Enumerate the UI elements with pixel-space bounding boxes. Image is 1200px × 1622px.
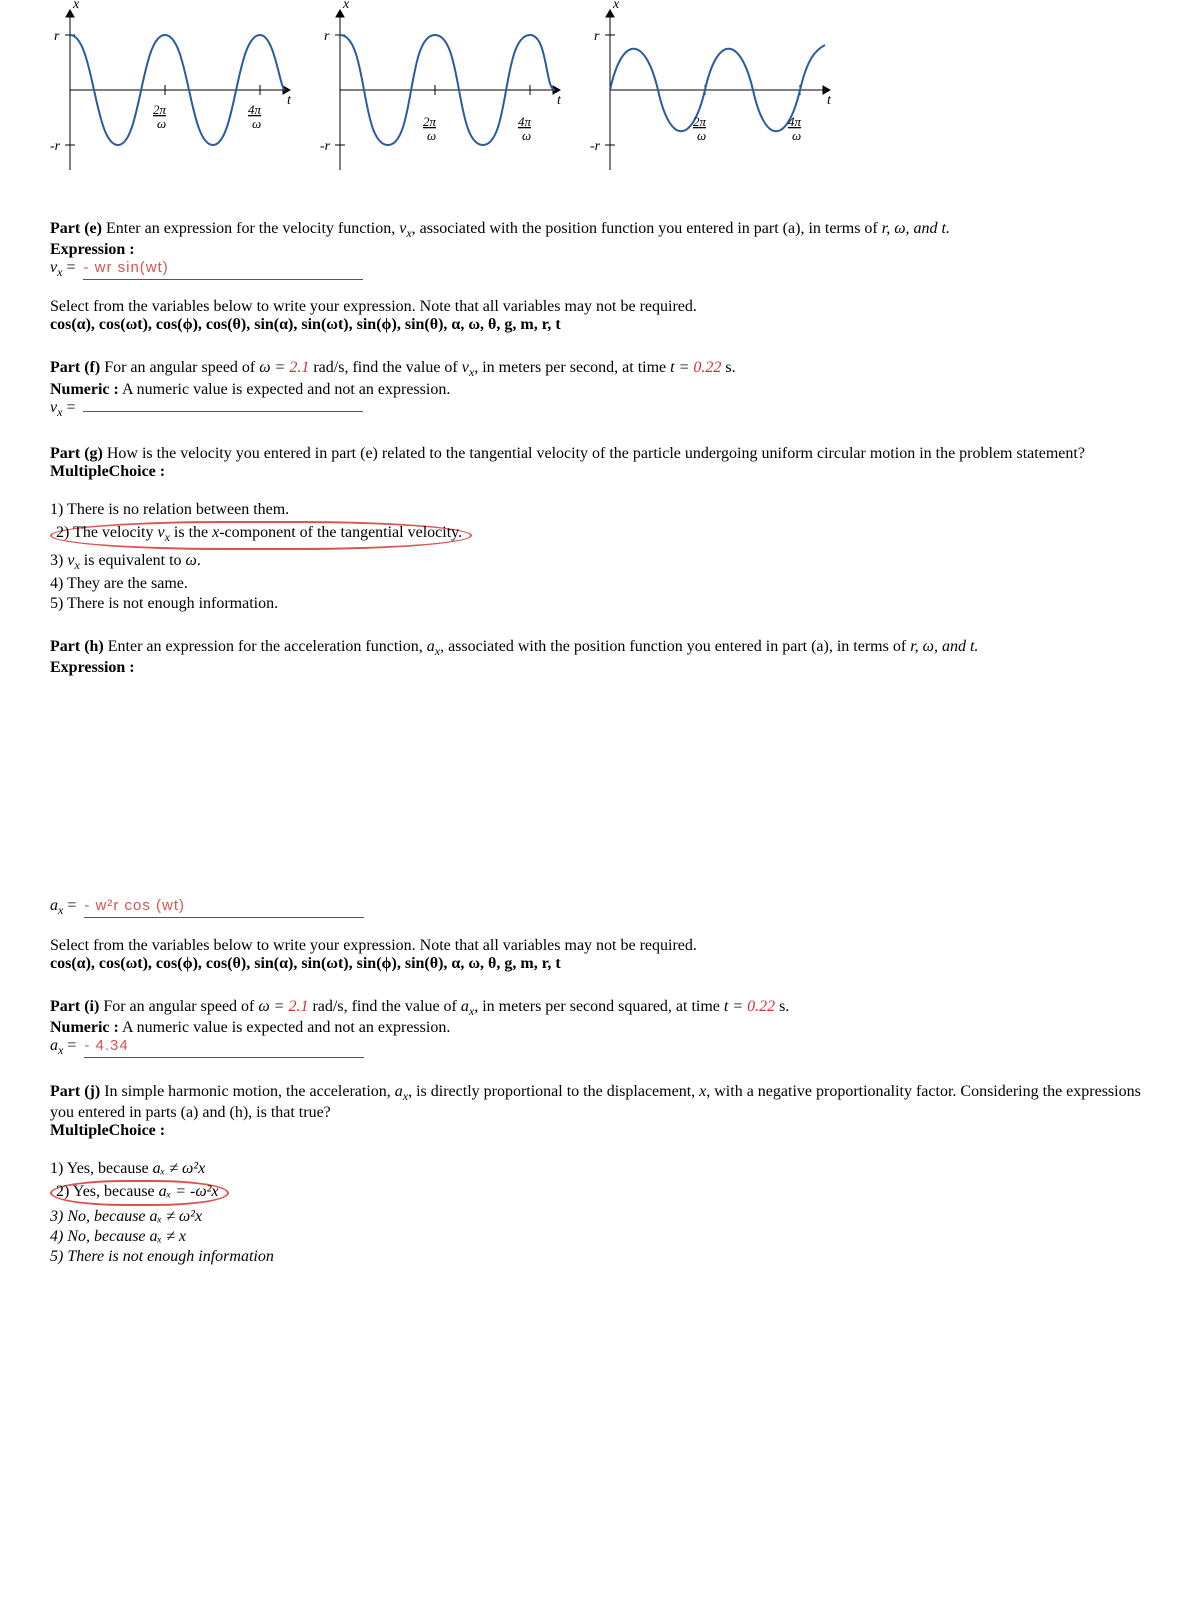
svg-text:ω: ω bbox=[252, 116, 261, 131]
part-h-label: Part (h) bbox=[50, 638, 104, 655]
part-g: Part (g) How is the velocity you entered… bbox=[50, 445, 1150, 613]
part-g-opt1[interactable]: 1) There is no relation between them. bbox=[50, 501, 1150, 519]
svg-text:-r: -r bbox=[50, 139, 61, 154]
part-j-label: Part (j) bbox=[50, 1083, 100, 1100]
part-f-label: Part (f) bbox=[50, 359, 100, 376]
svg-text:-r: -r bbox=[590, 139, 601, 154]
part-j-opt5[interactable]: 5) There is not enough information bbox=[50, 1248, 1150, 1266]
circled-answer-icon: 2) The velocity vx is the x-component of… bbox=[50, 521, 472, 550]
part-f-answer[interactable] bbox=[83, 409, 363, 412]
svg-text:x: x bbox=[342, 0, 350, 12]
svg-text:x: x bbox=[72, 0, 80, 12]
part-g-opt4[interactable]: 4) They are the same. bbox=[50, 575, 1150, 593]
svg-text:r: r bbox=[54, 29, 60, 44]
svg-text:2π: 2π bbox=[693, 114, 707, 129]
graph-cosine: x t r -r 2π ω 4π ω bbox=[40, 0, 300, 180]
part-h: Part (h) Enter an expression for the acc… bbox=[50, 638, 1150, 972]
part-i: Part (i) For an angular speed of ω = 2.1… bbox=[50, 998, 1150, 1058]
part-f: Part (f) For an angular speed of ω = 2.1… bbox=[50, 359, 1150, 419]
svg-text:2π: 2π bbox=[153, 102, 167, 117]
part-e-answer[interactable]: - wr sin(wt) bbox=[83, 259, 363, 280]
part-g-opt5[interactable]: 5) There is not enough information. bbox=[50, 595, 1150, 613]
svg-text:ω: ω bbox=[522, 128, 531, 143]
svg-text:t: t bbox=[557, 93, 562, 108]
part-j-opt4[interactable]: 4) No, because aₓ ≠ x bbox=[50, 1228, 1150, 1246]
part-j-opt1[interactable]: 1) Yes, because aₓ ≠ ω²x bbox=[50, 1160, 1150, 1178]
svg-text:2π: 2π bbox=[423, 114, 437, 129]
part-g-opt2[interactable]: 2) The velocity vx is the x-component of… bbox=[50, 521, 1150, 550]
part-e-type: Expression : bbox=[50, 241, 1150, 259]
part-e-label: Part (e) bbox=[50, 220, 102, 237]
svg-text:4π: 4π bbox=[248, 102, 262, 117]
graph-sine: x t r -r 2π ω 4π ω bbox=[580, 0, 840, 180]
svg-text:r: r bbox=[594, 29, 600, 44]
part-e-select-text: Select from the variables below to write… bbox=[50, 298, 1150, 316]
svg-text:-r: -r bbox=[320, 139, 331, 154]
svg-text:4π: 4π bbox=[788, 114, 802, 129]
part-j-opt2[interactable]: 2) Yes, because aₓ = -ω²x bbox=[50, 1180, 1150, 1206]
svg-text:4π: 4π bbox=[518, 114, 532, 129]
svg-text:x: x bbox=[612, 0, 620, 12]
part-j-opt3[interactable]: 3) No, because aₓ ≠ ω²x bbox=[50, 1208, 1150, 1226]
graphs-row: x t r -r 2π ω 4π ω x t r -r 2π ω 4π ω bbox=[0, 0, 1200, 180]
part-h-answer[interactable]: - w²r cos (wt) bbox=[84, 897, 364, 918]
part-e: Part (e) Enter an expression for the vel… bbox=[50, 220, 1150, 334]
svg-text:r: r bbox=[324, 29, 330, 44]
svg-text:ω: ω bbox=[697, 128, 706, 143]
svg-text:ω: ω bbox=[792, 128, 801, 143]
part-g-opt3[interactable]: 3) vx is equivalent to ω. bbox=[50, 552, 1150, 573]
part-e-variables: cos(α), cos(ωt), cos(ϕ), cos(θ), sin(α),… bbox=[50, 316, 1150, 334]
part-i-answer[interactable]: - 4.34 bbox=[84, 1037, 364, 1058]
svg-text:t: t bbox=[827, 93, 832, 108]
svg-text:ω: ω bbox=[157, 116, 166, 131]
graph-cosine-peaked: x t r -r 2π ω 4π ω bbox=[310, 0, 570, 180]
content: Part (e) Enter an expression for the vel… bbox=[0, 220, 1200, 1266]
circled-answer-icon: 2) Yes, because aₓ = -ω²x bbox=[50, 1180, 229, 1206]
svg-text:ω: ω bbox=[427, 128, 436, 143]
part-j: Part (j) In simple harmonic motion, the … bbox=[50, 1083, 1150, 1266]
part-i-label: Part (i) bbox=[50, 998, 99, 1015]
part-g-label: Part (g) bbox=[50, 445, 103, 462]
svg-text:t: t bbox=[287, 93, 292, 108]
